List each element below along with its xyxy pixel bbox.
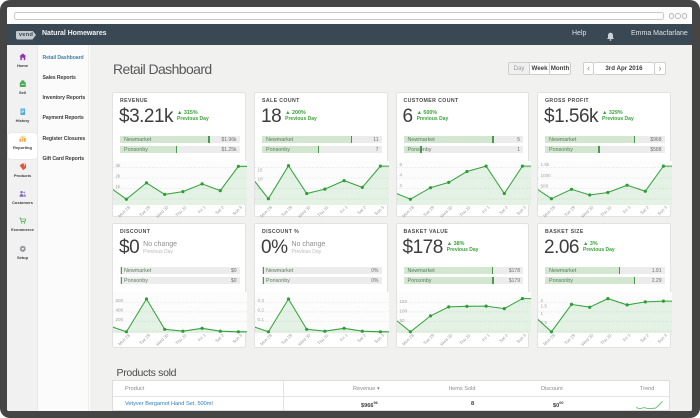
svg-text:5: 5 [258,185,261,190]
svg-text:Tue 29: Tue 29 [138,332,151,345]
svg-text:100: 100 [399,309,407,314]
svg-text:Sun 3: Sun 3 [373,332,385,344]
svg-text:Wed 30: Wed 30 [155,204,170,218]
svg-text:0.3: 0.3 [258,298,265,303]
svg-text:600: 600 [116,298,124,303]
svg-text:15: 15 [258,167,264,172]
svg-text:Tue 29: Tue 29 [563,332,576,345]
svg-text:Thu 31: Thu 31 [599,204,613,218]
svg-text:Tue 29: Tue 29 [422,204,435,217]
svg-text:Tue 29: Tue 29 [138,204,151,217]
svg-text:Wed 30: Wed 30 [297,332,312,347]
svg-text:3k: 3k [116,163,122,168]
svg-text:Tue 29: Tue 29 [563,204,576,217]
svg-text:Wed 30: Wed 30 [580,332,595,347]
svg-text:0.2: 0.2 [258,307,265,312]
svg-text:Fri 1: Fri 1 [481,332,491,342]
svg-text:Mon 28: Mon 28 [117,332,131,346]
svg-text:Fri 1: Fri 1 [339,204,349,214]
svg-text:Sat 2: Sat 2 [356,204,367,215]
svg-text:200: 200 [116,317,124,322]
svg-text:50: 50 [399,318,405,323]
svg-text:Mon 28: Mon 28 [401,332,415,346]
svg-text:Mon 28: Mon 28 [542,204,556,218]
svg-text:4: 4 [399,173,402,178]
svg-text:Tue 29: Tue 29 [280,332,293,345]
svg-text:Thu 31: Thu 31 [174,332,188,346]
svg-text:Tue 29: Tue 29 [422,332,435,345]
svg-text:Sun 3: Sun 3 [231,204,243,216]
svg-text:1k: 1k [116,184,122,189]
svg-text:Fri 1: Fri 1 [339,332,349,342]
svg-text:Sat 2: Sat 2 [639,332,650,343]
svg-text:Wed 30: Wed 30 [297,204,312,218]
svg-text:Sat 2: Sat 2 [498,332,509,343]
svg-text:Thu 31: Thu 31 [316,332,330,346]
svg-text:Sun 3: Sun 3 [656,204,668,216]
svg-text:Sun 3: Sun 3 [231,332,243,344]
svg-text:Sat 2: Sat 2 [214,332,225,343]
svg-text:Sun 3: Sun 3 [515,332,527,344]
svg-text:2k: 2k [116,173,122,178]
svg-text:Thu 31: Thu 31 [458,204,472,218]
svg-text:0.5: 0.5 [541,320,548,325]
svg-text:Sat 2: Sat 2 [639,204,650,215]
svg-text:Sat 2: Sat 2 [356,332,367,343]
svg-text:1: 1 [541,311,544,316]
svg-text:Thu 31: Thu 31 [599,332,613,346]
svg-text:400: 400 [116,307,124,312]
svg-text:1.5: 1.5 [541,304,548,309]
svg-text:1000: 1000 [541,173,552,178]
svg-text:2: 2 [541,298,544,303]
svg-text:0.1: 0.1 [258,317,265,322]
svg-text:10: 10 [258,176,264,181]
svg-text:Fri 1: Fri 1 [481,204,491,214]
svg-text:Sun 3: Sun 3 [515,204,527,216]
svg-text:Mon 28: Mon 28 [401,204,415,218]
svg-text:Sun 3: Sun 3 [373,204,385,216]
svg-text:Mon 28: Mon 28 [259,204,273,218]
svg-text:Tue 29: Tue 29 [280,204,293,217]
svg-text:Mon 28: Mon 28 [117,204,131,218]
svg-text:Wed 30: Wed 30 [155,332,170,347]
svg-text:Wed 30: Wed 30 [439,204,454,218]
svg-text:Wed 30: Wed 30 [439,332,454,347]
svg-text:Wed 30: Wed 30 [580,204,595,218]
svg-text:Fri 1: Fri 1 [622,204,632,214]
svg-text:2: 2 [399,183,402,188]
svg-text:6: 6 [399,162,402,167]
svg-text:Thu 31: Thu 31 [316,204,330,218]
svg-text:1.5k: 1.5k [541,162,550,167]
svg-text:500: 500 [541,183,549,188]
svg-text:Fri 1: Fri 1 [197,332,207,342]
svg-text:Sun 3: Sun 3 [656,332,668,344]
svg-text:Fri 1: Fri 1 [622,332,632,342]
svg-text:Thu 31: Thu 31 [174,204,188,218]
svg-text:Fri 1: Fri 1 [197,204,207,214]
svg-text:Mon 28: Mon 28 [542,332,556,346]
svg-text:150: 150 [399,299,407,304]
svg-text:Mon 28: Mon 28 [259,332,273,346]
svg-text:Thu 31: Thu 31 [458,332,472,346]
svg-text:Sat 2: Sat 2 [498,204,509,215]
svg-text:Sat 2: Sat 2 [214,204,225,215]
